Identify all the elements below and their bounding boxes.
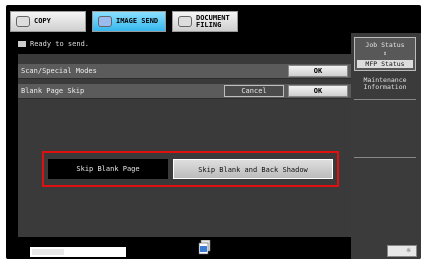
divider <box>354 99 416 100</box>
brightness-icon: ☼ <box>406 246 411 255</box>
tab-document-filing-label: DOCUMENT FILING <box>196 14 230 29</box>
divider <box>354 157 416 158</box>
tab-copy-label: COPY <box>34 17 51 25</box>
tab-copy[interactable]: COPY <box>10 11 86 32</box>
job-status-label: Job Status <box>365 41 405 49</box>
blank-page-skip-ok-button[interactable]: OK <box>288 85 348 97</box>
main-panel: Scan/Special Modes OK Blank Page Skip Ca… <box>18 54 356 237</box>
touch-panel-screen: COPY IMAGE SEND DOCUMENT FILING Ready to… <box>6 5 421 259</box>
copy-icon <box>16 16 30 27</box>
tab-document-filing-line2: FILING <box>196 20 222 29</box>
status-text: Ready to send. <box>30 39 90 48</box>
status-bar: Ready to send. <box>18 37 355 50</box>
tab-image-send-label: IMAGE SEND <box>116 17 159 25</box>
mfp-status-label: MFP Status <box>357 60 413 68</box>
scan-special-modes-label: Scan/Special Modes <box>21 67 97 75</box>
skip-blank-and-back-shadow-button[interactable]: Skip Blank and Back Shadow <box>173 159 333 179</box>
envelope-icon <box>18 40 26 47</box>
image-send-icon <box>98 16 112 27</box>
blank-page-skip-row: Blank Page Skip Cancel OK <box>18 84 356 99</box>
right-panel: Job Status ⇕ MFP Status Maintenance Info… <box>351 33 421 259</box>
brightness-button[interactable]: ☼ <box>387 245 417 257</box>
skip-blank-page-button[interactable]: Skip Blank Page <box>48 159 168 179</box>
tab-document-filing[interactable]: DOCUMENT FILING <box>172 11 238 32</box>
bottom-left-panel[interactable] <box>30 247 126 257</box>
cancel-button[interactable]: Cancel <box>224 85 284 97</box>
job-status-button[interactable]: Job Status ⇕ MFP Status <box>354 37 416 71</box>
scan-special-modes-row: Scan/Special Modes OK <box>18 64 356 79</box>
scan-special-modes-ok-button[interactable]: OK <box>288 65 348 77</box>
blank-page-skip-label: Blank Page Skip <box>21 87 85 95</box>
tab-image-send[interactable]: IMAGE SEND <box>92 11 166 32</box>
information-label: Information <box>363 83 407 91</box>
bottom-left-field <box>32 249 64 255</box>
toggle-arrow-icon: ⇕ <box>383 50 387 57</box>
maintenance-information-button[interactable]: Maintenance Information <box>354 77 416 91</box>
document-filing-icon <box>178 16 192 27</box>
document-queue-icon[interactable] <box>198 240 212 255</box>
